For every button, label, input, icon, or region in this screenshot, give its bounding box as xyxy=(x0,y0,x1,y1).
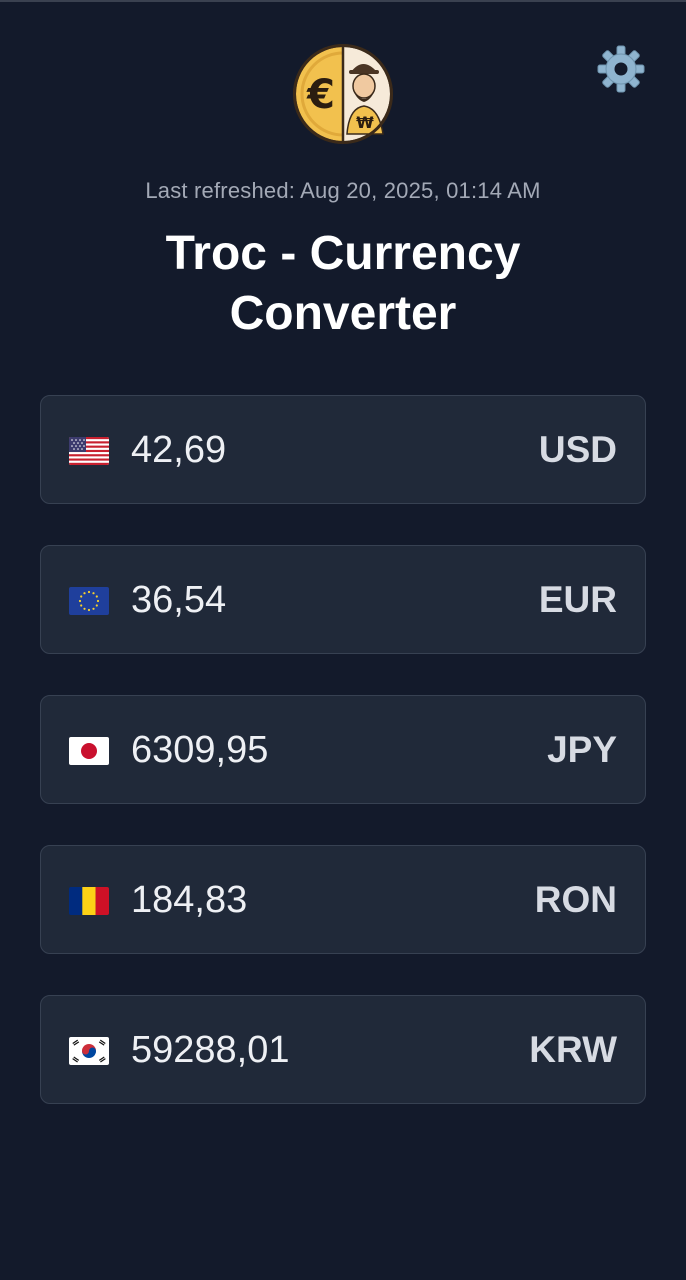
currency-code-usd: USD xyxy=(538,429,617,470)
currency-code-ron: RON xyxy=(534,879,617,920)
currency-row-usd[interactable]: USD xyxy=(40,395,646,504)
currency-row-jpy[interactable]: JPY xyxy=(40,695,646,804)
last-refreshed-text: Last refreshed: Aug 20, 2025, 01:14 AM xyxy=(145,178,541,203)
app-screen: € ₩ Last refreshed: Aug 20, 2025, 01:14 … xyxy=(0,0,686,1280)
settings-button[interactable] xyxy=(596,44,646,94)
jp-flag-icon xyxy=(69,737,109,765)
svg-text:₩: ₩ xyxy=(356,113,374,132)
svg-text:€: € xyxy=(306,72,335,118)
currency-code-jpy: JPY xyxy=(547,729,617,770)
currency-row-ron[interactable]: RON xyxy=(40,845,646,954)
amount-input-eur[interactable] xyxy=(131,575,491,625)
currency-code-eur: EUR xyxy=(538,579,617,620)
kr-flag-icon xyxy=(69,1037,109,1065)
us-flag-icon xyxy=(69,437,109,465)
page-title: Troc - Currency Converter xyxy=(165,227,521,340)
amount-input-krw[interactable] xyxy=(131,1025,491,1075)
currency-row-krw[interactable]: KRW xyxy=(40,995,646,1104)
currency-code-krw: KRW xyxy=(529,1029,617,1070)
gear-icon xyxy=(597,45,645,93)
amount-input-ron[interactable] xyxy=(131,875,491,925)
eu-flag-icon xyxy=(69,587,109,615)
amount-input-jpy[interactable] xyxy=(131,725,491,775)
currency-row-eur[interactable]: EUR xyxy=(40,545,646,654)
ro-flag-icon xyxy=(69,887,109,915)
amount-input-usd[interactable] xyxy=(131,425,491,475)
currency-list: USD xyxy=(40,395,646,1145)
euro-won-coin-icon: € ₩ xyxy=(291,42,395,146)
